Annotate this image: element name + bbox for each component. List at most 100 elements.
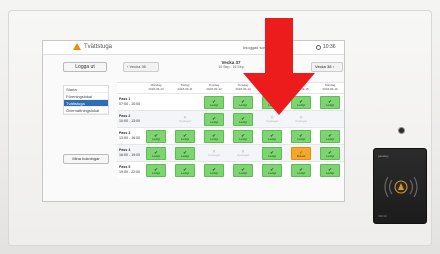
booking-cell-free[interactable]: ✔ Ledigt [233, 164, 253, 177]
booking-cell-label: Ledigt [325, 171, 335, 175]
booking-cell-free[interactable]: ✔ Ledigt [175, 147, 195, 160]
booking-cell-free[interactable]: ✔ Ledigt [262, 130, 282, 143]
booking-cell-label: Ledigt [267, 171, 277, 175]
booking-cell-label: Upptaget [265, 119, 279, 123]
booking-cell-label: Ledigt [180, 154, 190, 158]
day-header: Måndag 2018-09-10 [143, 83, 169, 91]
booking-cell-mine[interactable]: ✓ Bokad [291, 147, 311, 160]
brand-name: Tvättstuga [84, 43, 113, 50]
booking-cell-free[interactable]: ✔ Ledigt [175, 164, 195, 177]
slot-label: Pass 4 16:00 - 19:00 [119, 148, 140, 157]
booking-cell-label: Ledigt [151, 137, 161, 141]
booking-cell-label: Upptaget [236, 153, 250, 157]
booking-cell-free[interactable]: ✔ Ledigt [291, 164, 311, 177]
booking-cell-label: Upptaget [207, 153, 221, 157]
sidebar-item[interactable]: Starta [64, 86, 108, 93]
slot-time: 10:00 - 13:00 [119, 118, 141, 123]
booking-cell-free[interactable]: ✔ Ledigt [233, 130, 253, 143]
day-date: 2018-09-16 [322, 86, 338, 91]
booking-cell-free[interactable]: ✔ Ledigt [320, 130, 340, 143]
my-bookings-button[interactable]: Mina bokningar [63, 154, 109, 164]
brand-logo-icon [73, 43, 81, 50]
prev-week-label: Vecka 36 [129, 64, 146, 69]
booking-cell-free[interactable]: ✔ Ledigt [175, 130, 195, 143]
slot-label: Pass 5 19:00 - 22:00 [119, 165, 140, 174]
booking-cell-free[interactable]: ✔ Ledigt [320, 164, 340, 177]
clock: 10:36 [316, 44, 336, 50]
booking-cell-free[interactable]: ✔ Ledigt [320, 147, 340, 160]
booking-cell-label: Ledigt [209, 171, 219, 175]
touch-screen: Tvättstuga Inloggad som Anonym 10:36 Log… [42, 40, 345, 202]
booking-cell-label: Ledigt [325, 103, 335, 107]
slot-time: 07:00 - 10:00 [119, 101, 141, 106]
booking-cell-label: Ledigt [209, 103, 219, 107]
slot-label: Pass 3 13:00 - 16:00 [119, 131, 140, 140]
reader-footer: rfid/nfc [378, 214, 388, 218]
booking-cell-label: Ledigt [151, 171, 161, 175]
slot-time: 19:00 - 22:00 [119, 169, 141, 174]
day-header: Tisdag 2018-09-11 [172, 83, 198, 91]
logout-button[interactable]: Logga ut [63, 62, 107, 72]
booking-cell-taken: ✕ Upptaget [204, 147, 224, 160]
booking-cell-label: Ledigt [296, 171, 306, 175]
booking-cell-label: Ledigt [180, 137, 190, 141]
booking-cell-free[interactable]: ✔ Ledigt [204, 113, 224, 126]
booking-cell-taken: ✕ Upptaget [175, 113, 195, 126]
booking-cell-free[interactable]: ✔ Ledigt [320, 96, 340, 109]
day-date: 2018-09-12 [206, 86, 222, 91]
day-date: 2018-09-11 [177, 86, 193, 91]
top-bar: Tvättstuga Inloggad som Anonym 10:36 [43, 41, 344, 55]
booking-cell-free[interactable]: ✔ Ledigt [204, 164, 224, 177]
booking-cell-label: Ledigt [209, 120, 219, 124]
sidebar-item[interactable]: Övernattningslokal [64, 107, 108, 114]
booking-cell-free[interactable]: ✔ Ledigt [262, 164, 282, 177]
clock-time: 10:36 [323, 44, 336, 50]
booking-cell-free[interactable]: ✔ Ledigt [146, 147, 166, 160]
sidebar-item[interactable]: Föreningslokal [64, 93, 108, 100]
slot-label: Pass 1 07:00 - 10:00 [119, 97, 140, 106]
sidebar: Starta Föreningslokal Tvättstuga Övernattni… [63, 85, 109, 115]
booking-cell-free[interactable]: ✔ Ledigt [146, 130, 166, 143]
next-week-button[interactable]: Vecka 38 › [311, 62, 343, 72]
time-slot-row: Pass 5 19:00 - 22:00 ✔ Ledigt ✔ Ledigt ✔ Ledigt… [117, 161, 344, 178]
slot-time: 16:00 - 19:00 [119, 152, 141, 157]
booking-cell-label: Ledigt [325, 154, 335, 158]
booking-cell-free[interactable]: ✔ Ledigt [262, 147, 282, 160]
prev-week-button[interactable]: ‹ Vecka 36 [123, 62, 159, 72]
slot-time: 13:00 - 16:00 [119, 135, 141, 140]
booking-cell-taken: ✕ Upptaget [233, 147, 253, 160]
booking-cell-label: Ledigt [238, 171, 248, 175]
chevron-right-icon: › [331, 64, 334, 69]
next-week-label: Vecka 38 [315, 64, 332, 69]
booking-cell-label: Ledigt [151, 154, 161, 158]
booking-cell-free[interactable]: ✔ Ledigt [146, 164, 166, 177]
time-slot-row: Pass 3 13:00 - 16:00 ✔ Ledigt ✔ Ledigt ✔ Ledigt… [117, 127, 344, 144]
reader-brand: parakey [378, 154, 389, 158]
day-header: Onsdag 2018-09-12 [201, 83, 227, 91]
red-arrow-shaft [265, 18, 293, 74]
booking-cell-label: Ledigt [267, 137, 277, 141]
booking-cell-label: Ledigt [267, 154, 277, 158]
booking-cell-free[interactable]: ✔ Ledigt [204, 130, 224, 143]
nfc-waves-icon [384, 176, 418, 198]
sidebar-item[interactable]: Tvättstuga [64, 100, 108, 107]
booking-cell-label: Ledigt [325, 137, 335, 141]
kiosk-panel: Tvättstuga Inloggad som Anonym 10:36 Log… [0, 0, 440, 254]
week-range: 10 Sep - 16 Sep [218, 65, 244, 69]
clock-icon [316, 44, 321, 50]
booking-cell-label: Ledigt [238, 120, 248, 124]
day-date: 2018-09-10 [148, 86, 164, 91]
day-header: Söndag 2018-09-16 [317, 83, 343, 91]
card-reader[interactable]: parakey rfid/nfc [373, 148, 427, 224]
red-arrow-head [243, 73, 315, 115]
booking-cell-free[interactable]: ✔ Ledigt [204, 96, 224, 109]
booking-cell-label: Ledigt [238, 137, 248, 141]
booking-cell-label: Upptaget [294, 119, 308, 123]
slot-label: Pass 2 10:00 - 13:00 [119, 114, 140, 123]
booking-cell-free[interactable]: ✔ Ledigt [291, 130, 311, 143]
booking-cell-label: Upptaget [178, 119, 192, 123]
camera-sensor [398, 127, 405, 134]
booking-cell-label: Bokad [296, 154, 306, 158]
time-slot-row: Pass 4 16:00 - 19:00 ✔ Ledigt ✔ Ledigt ✕ Upptag… [117, 144, 344, 161]
brand-logo: Tvättstuga [73, 43, 112, 50]
